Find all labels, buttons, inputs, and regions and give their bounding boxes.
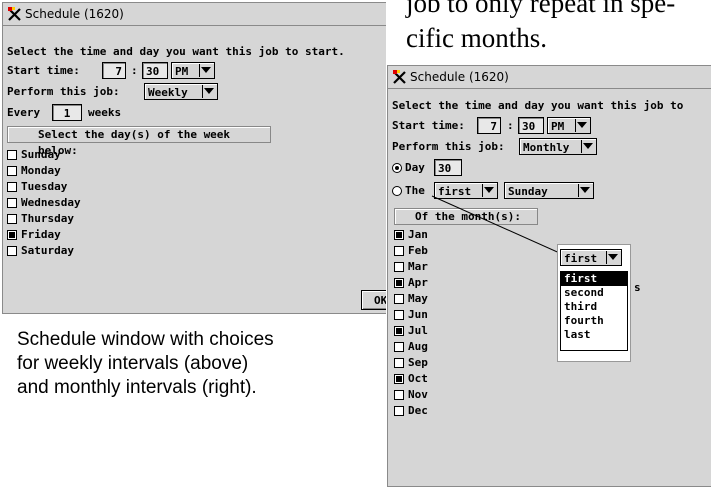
dropdown-option[interactable]: third <box>561 300 627 314</box>
callout-ordinal-select[interactable]: first <box>560 249 622 266</box>
callout-ordinal-separator <box>606 251 607 264</box>
dropdown-option[interactable]: fourth <box>561 314 627 328</box>
dropdown-option[interactable]: second <box>561 286 627 300</box>
chevron-down-icon <box>608 254 618 260</box>
callout-ordinal-value: first <box>564 252 598 265</box>
dropdown-option[interactable]: first <box>561 272 627 286</box>
dropdown-option[interactable]: last <box>561 328 627 342</box>
callout-line <box>431 195 565 256</box>
dropdown-callout: first first second third fourth last <box>557 244 631 362</box>
ordinal-dropdown-list: first second third fourth last <box>560 271 628 351</box>
